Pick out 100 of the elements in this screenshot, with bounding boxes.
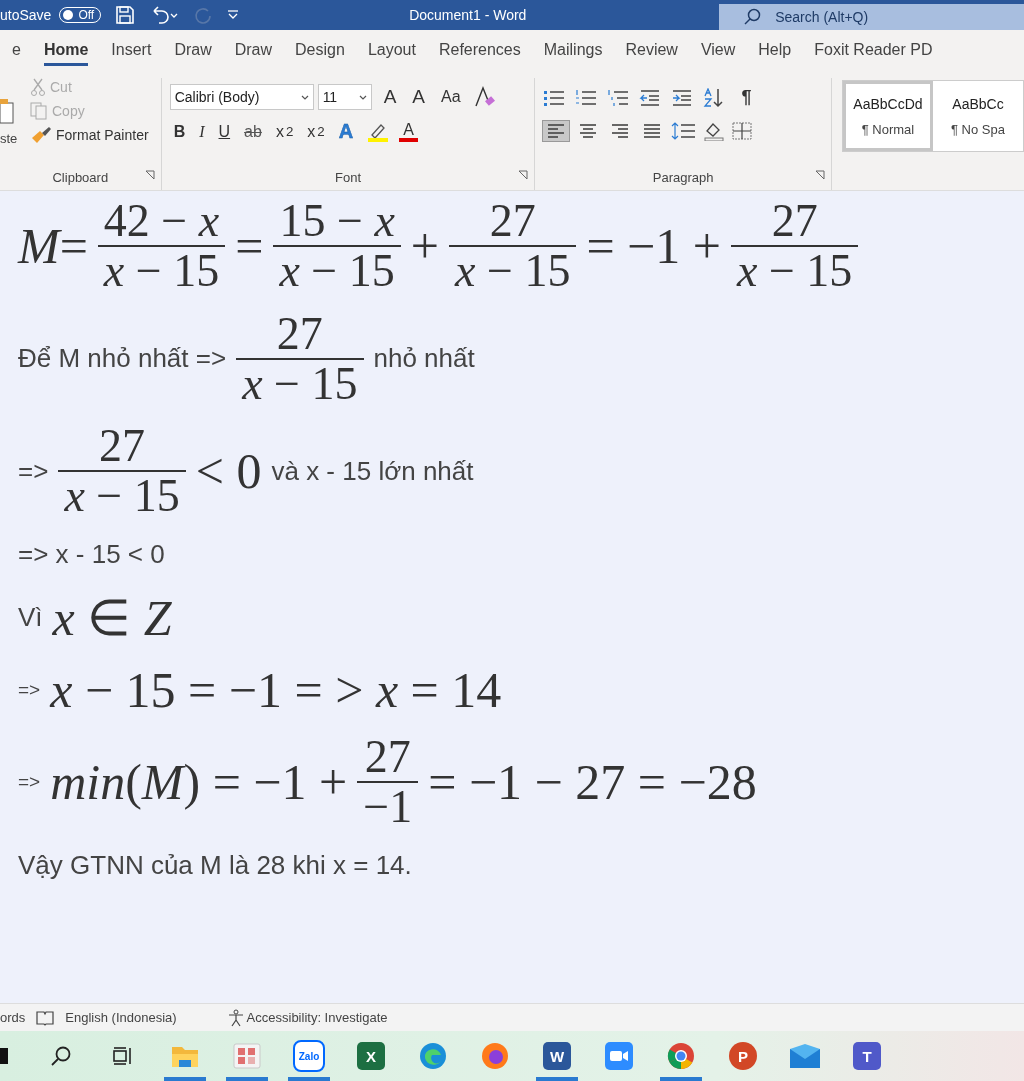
ribbon-tab[interactable]: Mailings [531, 30, 614, 70]
windows-icon[interactable] [0, 1046, 10, 1066]
color-button[interactable]: A [399, 121, 418, 142]
paste-button[interactable]: ste [0, 98, 20, 146]
excel-logo[interactable]: X [357, 1042, 385, 1070]
shading-icon[interactable] [703, 121, 726, 141]
ribbon-tab[interactable]: Draw [222, 30, 284, 70]
case-font-button[interactable]: Aa [437, 88, 465, 106]
chrome-icon[interactable] [667, 1042, 695, 1070]
bullets-icon[interactable] [543, 88, 566, 107]
math-expression: = −1 + [586, 217, 721, 276]
taskbar-button[interactable]: X [340, 1031, 402, 1081]
scissors-icon [30, 78, 46, 96]
ribbon-tab[interactable]: View [688, 30, 747, 70]
increase-indent-icon[interactable] [671, 88, 694, 107]
customize-icon[interactable] [227, 9, 240, 21]
denominator: x − 15 [731, 245, 859, 296]
numbering-icon[interactable] [575, 88, 598, 107]
chevron-icon[interactable] [300, 94, 309, 100]
accessibility-label[interactable]: Accessibility: Investigate [246, 1010, 388, 1025]
math-expression: = −1 − 27 = −28 [428, 753, 757, 812]
zalo-logo[interactable]: Zalo [293, 1040, 325, 1072]
teams-logo[interactable]: T [853, 1042, 881, 1070]
font-name-field[interactable]: Calibri (Body) [169, 84, 314, 110]
dialog-launcher-icon[interactable] [518, 170, 529, 180]
body-text: => [18, 771, 41, 794]
search-icon[interactable] [50, 1045, 72, 1067]
body-text: Vậy GTNN của M là 28 khi x = 14. [18, 849, 412, 881]
clear-formatting-icon[interactable] [472, 86, 495, 108]
line-spacing-icon[interactable] [671, 122, 698, 140]
ribbon-tab[interactable]: Insert [99, 30, 163, 70]
body-text: Vì [18, 602, 43, 634]
taskbar-button[interactable]: T [836, 1031, 898, 1081]
video-camera-icon[interactable] [605, 1042, 633, 1070]
math-expression: = [235, 217, 264, 276]
bold-button[interactable]: B [169, 122, 190, 141]
firefox-icon[interactable] [481, 1042, 509, 1070]
word-count[interactable]: ords [0, 1010, 26, 1025]
taskbar-button[interactable]: W [526, 1031, 588, 1081]
task-view-icon[interactable] [112, 1046, 134, 1066]
ribbon-tab[interactable]: Home [31, 30, 100, 70]
ribbon-tab[interactable]: Help [746, 30, 803, 70]
ribbon-tab[interactable]: e [0, 30, 32, 70]
chevron-icon[interactable] [358, 94, 367, 100]
denominator: x − 15 [236, 357, 364, 409]
body-text: nhỏ nhất [373, 343, 475, 375]
dialog-launcher-icon[interactable] [144, 170, 155, 180]
numerator: 27 [275, 309, 324, 358]
word-logo[interactable]: W [543, 1042, 571, 1070]
painter-button[interactable]: Format Painter [30, 126, 149, 144]
underline-button[interactable]: U [214, 122, 235, 141]
app-window-icon[interactable] [233, 1043, 261, 1069]
ribbon-tab[interactable]: Foxit Reader PD [802, 30, 944, 70]
math-expression: x ∈ Z [52, 588, 172, 647]
borders-icon[interactable] [731, 121, 754, 141]
paintbrush-icon [30, 126, 52, 144]
sort-icon[interactable] [703, 87, 726, 108]
ribbon-tab[interactable]: Layout [355, 30, 427, 70]
folder-icon[interactable] [171, 1044, 199, 1068]
body-text: và x - 15 lớn nhất [271, 456, 474, 487]
italic-button[interactable]: I [195, 122, 209, 141]
body-text: Để M nhỏ nhất => [18, 343, 227, 375]
numerator: 27 [770, 197, 819, 246]
multilevel-list-icon[interactable] [607, 88, 630, 107]
powerpoint-logo[interactable]: P [729, 1042, 757, 1070]
denominator: x − 15 [273, 245, 401, 296]
numerator: 42 − x [102, 197, 221, 246]
ribbon-tab[interactable]: Design [283, 30, 356, 70]
envelope-icon[interactable] [789, 1043, 821, 1069]
clipboard-icon [0, 98, 14, 127]
dialog-launcher-icon[interactable] [815, 170, 825, 180]
search-field[interactable]: Search (Alt+Q) [719, 4, 1024, 30]
body-text: => [18, 678, 41, 701]
ribbon-tab[interactable]: References [426, 30, 532, 70]
language-label[interactable]: English (Indonesia) [65, 1010, 177, 1025]
style-item[interactable]: AaBbCcDd ¶ Normal [843, 81, 933, 151]
edge-icon[interactable] [419, 1042, 447, 1070]
save-icon[interactable] [115, 5, 136, 25]
search-icon [743, 8, 762, 26]
font-size-field[interactable]: 11 [317, 84, 372, 110]
effects-button[interactable]: A [334, 120, 358, 143]
ribbon-tab[interactable]: Draw [162, 30, 223, 70]
math-expression: < 0 [195, 442, 262, 501]
shrink-font-button[interactable]: A [408, 86, 429, 108]
numerator: 27 [98, 422, 147, 471]
grow-font-button[interactable]: A [379, 86, 401, 108]
numerator: 15 − x [278, 197, 396, 246]
show-formatting-button[interactable]: ¶ [735, 86, 758, 109]
strike-button[interactable]: ab [240, 122, 266, 141]
taskbar-button[interactable]: P [712, 1031, 774, 1081]
copy-icon [30, 102, 48, 120]
body-text: => x - 15 < 0 [18, 539, 165, 571]
denominator: x − 15 [97, 245, 226, 296]
numerator: 27 [488, 197, 537, 246]
group-label: Paragraph [652, 169, 714, 187]
ribbon-tab[interactable]: Review [613, 30, 689, 70]
accessibility-icon[interactable] [226, 1008, 245, 1027]
decrease-indent-icon[interactable] [639, 88, 662, 107]
taskbar-button[interactable]: Zalo [278, 1031, 340, 1081]
book-check-icon[interactable] [35, 1009, 56, 1026]
